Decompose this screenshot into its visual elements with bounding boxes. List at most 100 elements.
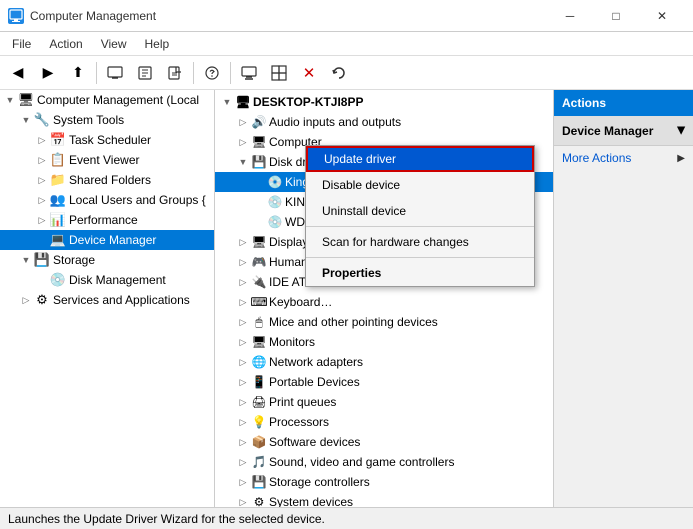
icon-shared-folders: 📁 xyxy=(50,172,66,188)
right-panel: Actions Device Manager ▶ More Actions ▶ xyxy=(553,90,693,507)
toggle-human[interactable]: ▷ xyxy=(235,254,251,270)
toggle-network[interactable]: ▷ xyxy=(235,354,251,370)
toggle-performance[interactable]: ▷ xyxy=(34,212,50,228)
device-software[interactable]: ▷ 📦 Software devices xyxy=(215,432,553,452)
device-sound[interactable]: ▷ 🎵 Sound, video and game controllers xyxy=(215,452,553,472)
device-header[interactable]: ▼ 🖥 DESKTOP-KTJI8PP xyxy=(215,92,553,112)
toggle-keyboard[interactable]: ▷ xyxy=(235,294,251,310)
toggle-sound[interactable]: ▷ xyxy=(235,454,251,470)
device-mice[interactable]: ▷ 🖱 Mice and other pointing devices xyxy=(215,312,553,332)
device-network[interactable]: ▷ 🌐 Network adapters xyxy=(215,352,553,372)
toggle-ide[interactable]: ▷ xyxy=(235,274,251,290)
toolbar: ◀ ▶ ⬆ ✕ xyxy=(0,56,693,90)
device-audio[interactable]: ▷ 🔊 Audio inputs and outputs xyxy=(215,112,553,132)
ctx-disable-device[interactable]: Disable device xyxy=(306,172,534,198)
ctx-uninstall-device[interactable]: Uninstall device xyxy=(306,198,534,224)
menu-view[interactable]: View xyxy=(93,32,135,55)
icon-audio: 🔊 xyxy=(251,114,267,130)
window-controls: ─ □ ✕ xyxy=(547,0,685,32)
toggle-print[interactable]: ▷ xyxy=(235,394,251,410)
expand-button[interactable] xyxy=(265,60,293,86)
tree-item-root[interactable]: ▼ 🖥 Computer Management (Local xyxy=(0,90,214,110)
tree-item-local-users[interactable]: ▷ 👥 Local Users and Groups { xyxy=(0,190,214,210)
device-processors[interactable]: ▷ 💡 Processors xyxy=(215,412,553,432)
toggle-header[interactable]: ▼ xyxy=(219,94,235,110)
toggle-disk-drives[interactable]: ▼ xyxy=(235,154,251,170)
ctx-properties[interactable]: Properties xyxy=(306,260,534,286)
actions-section-header[interactable]: Device Manager ▶ xyxy=(554,116,693,146)
toggle-storage[interactable]: ▼ xyxy=(18,252,34,268)
icon-display: 🖥 xyxy=(251,234,267,250)
device-monitors[interactable]: ▷ 🖥 Monitors xyxy=(215,332,553,352)
tree-item-performance[interactable]: ▷ 📊 Performance xyxy=(0,210,214,230)
app-icon xyxy=(8,8,24,24)
toggle-portable[interactable]: ▷ xyxy=(235,374,251,390)
toggle-audio[interactable]: ▷ xyxy=(235,114,251,130)
icon-portable: 📱 xyxy=(251,374,267,390)
ctx-scan[interactable]: Scan for hardware changes xyxy=(306,229,534,255)
label-performance: Performance xyxy=(69,213,138,227)
back-button[interactable]: ◀ xyxy=(4,60,32,86)
status-bar: Launches the Update Driver Wizard for th… xyxy=(0,507,693,529)
toggle-shared-folders[interactable]: ▷ xyxy=(34,172,50,188)
toggle-computer[interactable]: ▷ xyxy=(235,134,251,150)
device-portable[interactable]: ▷ 📱 Portable Devices xyxy=(215,372,553,392)
forward-button[interactable]: ▶ xyxy=(34,60,62,86)
device-print[interactable]: ▷ 🖨 Print queues xyxy=(215,392,553,412)
help-button[interactable] xyxy=(198,60,226,86)
up-button[interactable]: ⬆ xyxy=(64,60,92,86)
maximize-button[interactable]: □ xyxy=(593,0,639,32)
tree-item-task-scheduler[interactable]: ▷ 📅 Task Scheduler xyxy=(0,130,214,150)
tree-item-storage[interactable]: ▼ 💾 Storage xyxy=(0,250,214,270)
tree-item-event-viewer[interactable]: ▷ 📋 Event Viewer xyxy=(0,150,214,170)
icon-software: 📦 xyxy=(251,434,267,450)
toggle-event-viewer[interactable]: ▷ xyxy=(34,152,50,168)
device-system-devices[interactable]: ▷ ⚙ System devices xyxy=(215,492,553,507)
toggle-task-scheduler[interactable]: ▷ xyxy=(34,132,50,148)
new-button[interactable] xyxy=(161,60,189,86)
toggle-monitors[interactable]: ▷ xyxy=(235,334,251,350)
toggle-system-tools[interactable]: ▼ xyxy=(18,112,34,128)
toggle-local-users[interactable]: ▷ xyxy=(34,192,50,208)
device-storage-ctrl[interactable]: ▷ 💾 Storage controllers xyxy=(215,472,553,492)
icon-system-tools: 🔧 xyxy=(34,112,50,128)
tree-item-disk-management[interactable]: 💿 Disk Management xyxy=(0,270,214,290)
toggle-system-devices[interactable]: ▷ xyxy=(235,494,251,507)
tree-item-shared-folders[interactable]: ▷ 📁 Shared Folders xyxy=(0,170,214,190)
properties-toolbar-button[interactable] xyxy=(131,60,159,86)
label-shared-folders: Shared Folders xyxy=(69,173,151,187)
toggle-processors[interactable]: ▷ xyxy=(235,414,251,430)
computer-button[interactable] xyxy=(235,60,263,86)
toggle-mice[interactable]: ▷ xyxy=(235,314,251,330)
toggle-root[interactable]: ▼ xyxy=(2,92,18,108)
center-panel: ▼ 🖥 DESKTOP-KTJI8PP ▷ 🔊 Audio inputs and… xyxy=(215,90,553,507)
refresh-button[interactable] xyxy=(325,60,353,86)
tree-item-system-tools[interactable]: ▼ 🔧 System Tools xyxy=(0,110,214,130)
more-actions-arrow-icon: ▶ xyxy=(677,153,685,164)
label-local-users: Local Users and Groups { xyxy=(69,193,206,207)
menu-help[interactable]: Help xyxy=(137,32,178,55)
ctx-update-driver[interactable]: Update driver xyxy=(306,146,534,172)
minimize-button[interactable]: ─ xyxy=(547,0,593,32)
toggle-services-apps[interactable]: ▷ xyxy=(18,292,34,308)
icon-computer: 🖥 xyxy=(251,134,267,150)
ctx-sep-2 xyxy=(306,257,534,258)
tree-item-services-apps[interactable]: ▷ ⚙ Services and Applications xyxy=(0,290,214,310)
actions-more-actions[interactable]: More Actions ▶ xyxy=(554,146,693,170)
toggle-software[interactable]: ▷ xyxy=(235,434,251,450)
show-hide-button[interactable] xyxy=(101,60,129,86)
tree-item-device-manager[interactable]: 💻 Device Manager xyxy=(0,230,214,250)
device-keyboard[interactable]: ▷ ⌨ Keyboard… xyxy=(215,292,553,312)
close-button[interactable]: ✕ xyxy=(639,0,685,32)
icon-desktop: 🖥 xyxy=(235,94,251,110)
toggle-display[interactable]: ▷ xyxy=(235,234,251,250)
actions-header: Actions xyxy=(554,90,693,116)
icon-keyboard: ⌨ xyxy=(251,294,267,310)
delete-button[interactable]: ✕ xyxy=(295,60,323,86)
toolbar-sep-3 xyxy=(230,62,231,84)
toggle-storage-ctrl[interactable]: ▷ xyxy=(235,474,251,490)
menu-file[interactable]: File xyxy=(4,32,39,55)
menu-action[interactable]: Action xyxy=(41,32,90,55)
label-network: Network adapters xyxy=(269,355,363,369)
icon-system-devices: ⚙ xyxy=(251,494,267,507)
